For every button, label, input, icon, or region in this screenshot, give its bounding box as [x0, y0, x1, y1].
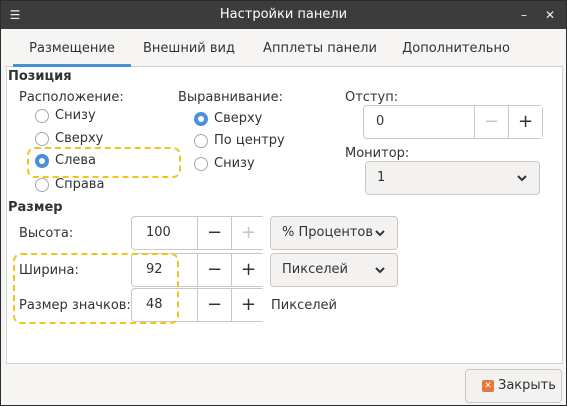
tab-bar: Размещение Внешний вид Апплеты панели До… — [5, 31, 563, 67]
minimize-icon[interactable]: – — [516, 7, 532, 23]
radio-label: Снизу — [214, 156, 255, 171]
radio-label: По центру — [214, 133, 285, 148]
radio-button[interactable] — [194, 134, 208, 148]
close-window-icon[interactable]: ✕ — [542, 7, 558, 23]
offset-label: Отступ: — [345, 90, 399, 105]
height-value[interactable]: 100 — [146, 225, 171, 240]
radio-label: Справа — [55, 177, 105, 192]
icon-size-increase-button[interactable]: + — [231, 289, 265, 321]
radio-button[interactable] — [35, 178, 49, 192]
offset-increase-button[interactable]: + — [508, 106, 542, 138]
offset-value[interactable]: 0 — [376, 114, 384, 129]
width-unit-dropdown[interactable]: Пикселей — [270, 253, 398, 287]
chevron-down-icon — [375, 267, 385, 274]
radio-button[interactable] — [35, 132, 49, 146]
close-label: Закрыть — [498, 378, 556, 393]
height-increase-button[interactable]: + — [231, 217, 265, 249]
radio-button[interactable] — [194, 157, 208, 171]
close-icon: ✕ — [482, 380, 494, 392]
radio-label: Снизу — [55, 108, 96, 123]
radio-label: Сверху — [55, 131, 104, 146]
height-unit-dropdown[interactable]: % Процентов — [270, 216, 398, 250]
placement-label: Расположение: — [19, 90, 124, 105]
monitor-value: 1 — [377, 170, 386, 185]
tab-appearance[interactable]: Внешний вид — [133, 31, 245, 67]
offset-spinbox[interactable]: 0 − + — [363, 105, 543, 139]
radio-button-selected[interactable] — [35, 154, 49, 168]
monitor-label: Монитор: — [345, 146, 410, 161]
position-heading: Позиция — [8, 69, 72, 84]
icon-size-label: Размер значков: — [19, 298, 131, 313]
width-spinbox[interactable]: 92 − + — [131, 253, 265, 287]
size-heading: Размер — [8, 200, 63, 215]
height-label: Высота: — [19, 226, 74, 241]
offset-decrease-button[interactable]: − — [474, 106, 508, 138]
chevron-down-icon — [375, 230, 385, 237]
window-title: Настройки панели — [219, 7, 348, 22]
radio-label: Сверху — [214, 111, 263, 126]
close-button[interactable]: ✕ Закрыть — [465, 369, 562, 403]
icon-size-decrease-button[interactable]: − — [197, 289, 231, 321]
width-label: Ширина: — [19, 263, 79, 278]
width-increase-button[interactable]: + — [231, 254, 265, 286]
radio-label: Слева — [55, 153, 97, 168]
height-unit-value: % Процентов — [282, 225, 373, 240]
radio-button-selected[interactable] — [194, 112, 208, 126]
icon-size-spinbox[interactable]: 48 − + — [131, 288, 265, 322]
height-spinbox[interactable]: 100 − + — [131, 216, 265, 250]
align-label: Выравнивание: — [178, 90, 283, 105]
monitor-dropdown[interactable]: 1 — [365, 161, 540, 195]
width-unit-value: Пикселей — [282, 262, 348, 277]
width-decrease-button[interactable]: − — [197, 254, 231, 286]
tab-advanced[interactable]: Дополнительно — [391, 31, 521, 67]
panel-settings-window: ☰ Настройки панели – ✕ Размещение Внешни… — [0, 0, 567, 406]
tab-placement[interactable]: Размещение — [13, 31, 131, 67]
icon-size-unit-label: Пикселей — [271, 298, 337, 313]
width-value[interactable]: 92 — [146, 262, 163, 277]
chevron-down-icon — [517, 175, 527, 182]
titlebar[interactable]: ☰ Настройки панели – ✕ — [1, 1, 566, 29]
tab-applets[interactable]: Апплеты панели — [255, 31, 385, 67]
radio-button[interactable] — [35, 109, 49, 123]
icon-size-value[interactable]: 48 — [146, 297, 163, 312]
height-decrease-button[interactable]: − — [197, 217, 231, 249]
